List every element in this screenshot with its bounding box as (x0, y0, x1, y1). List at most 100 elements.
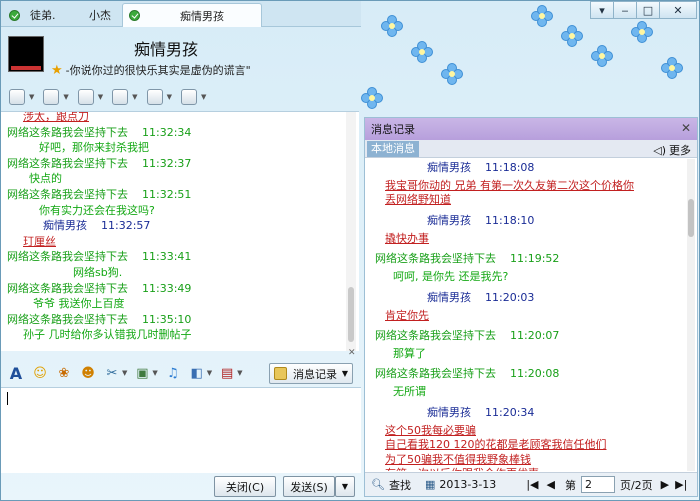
animation-icon[interactable]: ☻ (79, 364, 97, 382)
add-contact-icon[interactable] (112, 89, 129, 105)
chat-message-body: 爷爷 我送你上百度 (33, 297, 125, 311)
chevron-down-icon[interactable]: ▼ (122, 369, 127, 377)
chevron-down-icon[interactable]: ▼ (167, 93, 172, 101)
emoji-icon[interactable]: ☺ (31, 364, 49, 382)
chevron-down-icon[interactable]: ▼ (342, 369, 348, 378)
avatar[interactable] (8, 36, 44, 72)
history-scrollbar[interactable] (687, 159, 695, 471)
search-icon[interactable]: 🔍︎ (371, 478, 385, 491)
toolbox-icon[interactable]: ▤ (218, 364, 236, 382)
page-label: 第 (564, 478, 576, 492)
message-input[interactable] (1, 387, 361, 473)
previous-page-icon[interactable]: ◀ (546, 478, 554, 491)
close-button[interactable]: 关闭(C) (214, 476, 276, 497)
sender-name[interactable]: 网络这条路我会坚持下去 (375, 252, 496, 265)
chevron-down-icon[interactable]: ▼ (201, 93, 206, 101)
close-icon[interactable]: ✕ (681, 121, 691, 135)
sender-name[interactable]: 痴情男孩 (427, 214, 471, 227)
sender-name[interactable]: 网络这条路我会坚持下去 (375, 367, 496, 380)
apps-icon[interactable] (180, 89, 197, 105)
chevron-down-icon[interactable]: ▼ (152, 369, 157, 377)
chat-message-body: 好吧，那你来封杀我把 (39, 141, 149, 155)
music-icon[interactable]: ♫ (164, 364, 182, 382)
window-controls: ▾ ‒ □ ✕ (590, 1, 697, 19)
chevron-down-icon[interactable]: ▼ (63, 93, 68, 101)
message-history-button[interactable]: 消息记录 ▼ (269, 363, 353, 384)
history-message-header: 网络这条路我会坚持下去 11:19:52 (375, 250, 559, 266)
shake-icon[interactable]: ◧ (188, 364, 206, 382)
send-options-dropdown[interactable]: ▼ (335, 476, 355, 497)
chevron-down-icon[interactable]: ▼ (132, 93, 137, 101)
remote-desktop-icon[interactable] (146, 89, 163, 105)
search-label[interactable]: 查找 (389, 477, 411, 493)
chevron-down-icon[interactable]: ▼ (207, 369, 212, 377)
sender-name[interactable]: 痴情男孩 (427, 291, 471, 304)
sender-name[interactable]: 痴情男孩 (427, 161, 471, 174)
page-number-input[interactable]: 2 (580, 476, 615, 493)
chevron-down-icon[interactable]: ▼ (98, 93, 103, 101)
sender-name[interactable]: 网络这条路我会坚持下去 (7, 126, 128, 139)
history-message-header: 痴情男孩 11:20:03 (427, 289, 534, 305)
sender-name[interactable]: 网络这条路我会坚持下去 (7, 188, 128, 201)
tab-xiaojie[interactable]: 小杰 (65, 3, 125, 27)
tab-local-messages[interactable]: 本地消息 (367, 141, 419, 157)
tab-label: 痴情男孩 (180, 9, 224, 23)
message-history-panel: 消息记录 ✕ 本地消息 ◁) 更多 痴情男孩 11:18:08 我宝哥你动的 兄弟 … (364, 117, 698, 497)
chat-scrollbar[interactable] (346, 112, 356, 351)
maximize-button[interactable]: □ (636, 1, 660, 19)
sender-name[interactable]: 网络这条路我会坚持下去 (7, 282, 128, 295)
history-subbar: 本地消息 ◁) 更多 (365, 140, 697, 158)
tab-label: 小杰 (89, 9, 111, 22)
sender-name[interactable]: 痴情男孩 (427, 406, 471, 419)
font-icon[interactable]: A (7, 364, 25, 383)
chat-message-header: 网络这条路我会坚持下去 11:35:10 (7, 311, 191, 327)
sender-name[interactable]: 网络这条路我会坚持下去 (7, 313, 128, 326)
close-window-button[interactable]: ✕ (659, 1, 697, 19)
page-total: 页/2页 (619, 478, 653, 492)
message-time: 11:18:10 (485, 213, 535, 227)
picture-icon[interactable]: ▣ (133, 364, 151, 382)
chat-message-body: 孙子 几时给你多认错我几时删帖子 (23, 328, 192, 342)
sender-name[interactable]: 痴情男孩 (43, 219, 87, 232)
chat-message-header: 痴情男孩 11:32:57 (43, 217, 150, 233)
last-page-icon[interactable]: ▶| (675, 478, 687, 491)
send-button[interactable]: 发送(S) (283, 476, 335, 497)
scrollbar-thumb[interactable] (688, 199, 694, 237)
message-time: 11:32:57 (101, 219, 151, 233)
message-history-label: 消息记录 (293, 367, 337, 381)
history-message-list[interactable]: 痴情男孩 11:18:08 我宝哥你动的 兄弟 有第一次久友第二次这个价格你 丢网络野… (365, 159, 687, 471)
video-call-icon[interactable] (9, 89, 25, 105)
minimize-button[interactable]: ‒ (613, 1, 637, 19)
text-cursor (7, 392, 8, 405)
send-file-icon[interactable] (77, 89, 94, 105)
next-page-icon[interactable]: ▶ (661, 478, 669, 491)
chevron-down-icon[interactable]: ▼ (237, 369, 242, 377)
scrollbar-thumb[interactable] (348, 287, 354, 342)
collapse-icon[interactable]: ✕ (348, 348, 356, 358)
chat-message-area[interactable]: 涉太，跟点刀 网络这条路我会坚持下去 11:32:34 好吧，那你来封杀我把 网络这条路… (1, 111, 359, 351)
chat-message-body: 快点的 (29, 172, 62, 186)
history-title: 消息记录 (371, 123, 415, 136)
history-title-bar: 消息记录 ✕ (365, 118, 697, 140)
history-message-body: 丢网络野知道 (385, 193, 451, 207)
history-date[interactable]: 2013-3-13 (439, 478, 496, 491)
gift-icon[interactable]: ❀ (55, 364, 73, 382)
calendar-icon[interactable]: ▦ (425, 478, 435, 491)
call-toolbar: ▼ ▼ ▼ ▼ ▼ ▼ (1, 86, 361, 108)
message-time: 11:33:41 (142, 250, 192, 264)
sender-name[interactable]: 网络这条路我会坚持下去 (375, 329, 496, 342)
more-button[interactable]: ◁) 更多 (653, 142, 691, 158)
voice-call-icon[interactable] (43, 89, 60, 105)
tab-active-chat[interactable]: 痴情男孩 (122, 3, 262, 27)
skin-button[interactable]: ▾ (590, 1, 614, 19)
sender-name[interactable]: 网络这条路我会坚持下去 (7, 250, 128, 263)
first-page-icon[interactable]: |◀ (526, 478, 538, 491)
history-message-header: 网络这条路我会坚持下去 11:20:07 (375, 327, 559, 343)
message-time: 11:19:52 (510, 252, 560, 266)
history-message-header: 网络这条路我会坚持下去 11:20:08 (375, 365, 559, 381)
history-message-body: 无所谓 (393, 385, 426, 399)
message-time: 11:20:08 (510, 367, 560, 381)
screenshot-icon[interactable]: ✂ (103, 364, 121, 382)
sender-name[interactable]: 网络这条路我会坚持下去 (7, 157, 128, 170)
chevron-down-icon[interactable]: ▼ (29, 93, 34, 101)
